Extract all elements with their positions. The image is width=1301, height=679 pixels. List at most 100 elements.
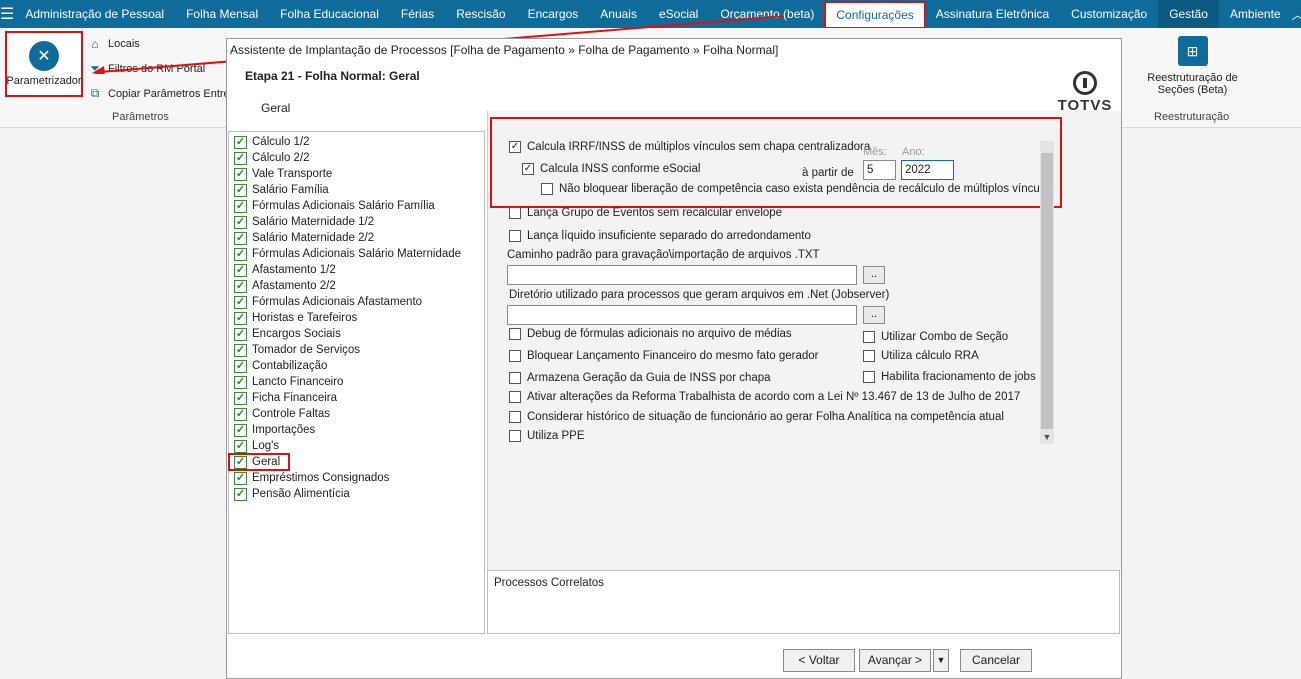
processos-correlatos-panel: Processos Correlatos [487, 570, 1120, 634]
tree-item[interactable]: ✓ Encargos Sociais [229, 326, 484, 342]
diretorio-input[interactable] [507, 305, 857, 325]
checked-step-icon: ✓ [234, 167, 247, 181]
tree-item[interactable]: ✓ Cálculo 2/2 [229, 150, 484, 166]
tree-item-label: Encargos Sociais [252, 328, 341, 340]
tree-item[interactable]: ✓ Lancto Financeiro [229, 374, 484, 390]
cb-irrf-multiplos-vinculos[interactable]: ✓ Calcula IRRF/INSS de múltiplos vínculo… [509, 141, 870, 153]
tree-item[interactable]: ✓ Afastamento 1/2 [229, 262, 484, 278]
avancar-dropdown-button[interactable]: ▼ [933, 649, 949, 672]
tree-item-label: Tomador de Serviços [252, 344, 361, 356]
menu-customizacao[interactable]: Customização [1060, 0, 1158, 28]
tree-item[interactable]: ✓ Tomador de Serviços [229, 342, 484, 358]
tree-item-label: Controle Faltas [252, 408, 330, 420]
tree-item-label: Salário Maternidade 2/2 [252, 232, 375, 244]
tree-item[interactable]: ✓ Salário Maternidade 2/2 [229, 230, 484, 246]
cb-historico-situacao[interactable]: Considerar histórico de situação de func… [509, 411, 1004, 423]
tree-item[interactable]: ✓ Horistas e Tarefeiros [229, 310, 484, 326]
tree-item[interactable]: ✓ Fórmulas Adicionais Salário Maternidade [229, 246, 484, 262]
tree-item[interactable]: ✓ Salário Maternidade 1/2 [229, 214, 484, 230]
tree-item[interactable]: ✓ Salário Família [229, 182, 484, 198]
diretorio-label: Diretório utilizado para processos que g… [509, 289, 890, 301]
tree-item[interactable]: ✓ Fórmulas Adicionais Salário Família [229, 198, 484, 214]
scrollbar-thumb[interactable] [1041, 153, 1053, 429]
reestruturacao-button[interactable]: ⊞ Reestruturação de Seções (Beta) [1145, 36, 1240, 96]
tree-item-label: Vale Transporte [252, 168, 333, 180]
checkbox-empty-icon [863, 331, 875, 343]
checked-step-icon: ✓ [234, 439, 247, 453]
copiar-parametros-button[interactable]: ⧉ Copiar Parâmetros Entre [88, 86, 230, 101]
tree-item[interactable]: ✓ Empréstimos Consignados [229, 470, 484, 486]
cb-armazena-label: Armazena Geração da Guia de INSS por cha… [527, 372, 771, 384]
checkbox-checked-icon: ✓ [522, 163, 534, 175]
cb-calculo-rra[interactable]: Utiliza cálculo RRA [863, 350, 979, 362]
collapse-ribbon-icon[interactable]: ︿ [1292, 6, 1301, 23]
cb-lanca-liquido[interactable]: Lança líquido insuficiente separado do a… [509, 230, 811, 242]
caminho-input[interactable] [507, 265, 857, 285]
cb-lanca-grupo[interactable]: Lança Grupo de Eventos sem recalcular en… [509, 207, 782, 219]
reestruturacao-label: Reestruturação de Seções (Beta) [1147, 72, 1238, 96]
mes-input[interactable]: 5 [863, 160, 896, 180]
checked-step-icon: ✓ [234, 231, 247, 245]
tree-item[interactable]: ✓ Importações [229, 422, 484, 438]
app-menu-icon[interactable]: ☰ [0, 0, 14, 28]
checked-step-icon: ✓ [234, 215, 247, 229]
cb-inss-esocial[interactable]: ✓ Calcula INSS conforme eSocial [522, 163, 700, 175]
diretorio-browse-button[interactable]: .. [863, 306, 885, 324]
tree-item[interactable]: ✓ Fórmulas Adicionais Afastamento [229, 294, 484, 310]
cb-debug-formulas[interactable]: Debug de fórmulas adicionais no arquivo … [509, 328, 792, 340]
checkbox-empty-icon [509, 391, 521, 403]
cb-rra-label: Utiliza cálculo RRA [881, 350, 979, 362]
cb-combo-secao[interactable]: Utilizar Combo de Seção [863, 331, 1008, 343]
tree-item[interactable]: ✓ Pensão Alimentícia [229, 486, 484, 502]
voltar-button[interactable]: < Voltar [783, 649, 855, 672]
tree-item[interactable]: ✓ Geral [228, 453, 290, 471]
tree-item-label: Empréstimos Consignados [252, 472, 390, 484]
tree-item-label: Salário Família [252, 184, 329, 196]
cb-reforma-label: Ativar alterações da Reforma Trabalhista… [527, 391, 1021, 403]
tree-item[interactable]: ✓ Contabilização [229, 358, 484, 374]
tree-item[interactable]: ✓ Vale Transporte [229, 166, 484, 182]
checked-step-icon: ✓ [234, 423, 247, 437]
stage-title: Etapa 21 - Folha Normal: Geral [245, 69, 420, 83]
scroll-down-icon[interactable]: ▼ [1040, 432, 1054, 442]
checkbox-empty-icon [509, 372, 521, 384]
menu-assinatura[interactable]: Assinatura Eletrônica [925, 0, 1060, 28]
cancelar-button[interactable]: Cancelar [960, 649, 1032, 672]
cb-reforma-trabalhista[interactable]: Ativar alterações da Reforma Trabalhista… [509, 391, 1020, 403]
checked-step-icon: ✓ [234, 375, 247, 389]
tree-item-label: Geral [252, 456, 281, 468]
tree-item-label: Horistas e Tarefeiros [252, 312, 358, 324]
checked-step-icon: ✓ [234, 151, 247, 165]
checked-step-icon: ✓ [234, 327, 247, 341]
tree-item[interactable]: ✓ Cálculo 1/2 [229, 134, 484, 150]
menu-configuracoes[interactable]: Configurações [824, 1, 926, 29]
totvs-logo: TOTVS [1055, 71, 1115, 114]
tree-item-label: Contabilização [252, 360, 328, 372]
tree-item-label: Importações [252, 424, 316, 436]
cb-armazena-guia[interactable]: Armazena Geração da Guia de INSS por cha… [509, 372, 771, 384]
tree-item[interactable]: ✓ Log's [229, 438, 484, 454]
panel-scrollbar[interactable]: ▼ [1040, 141, 1054, 444]
dialog-title: Assistente de Implantação de Processos [… [230, 43, 779, 57]
cb-fracionamento-jobs[interactable]: Habilita fracionamento de jobs [863, 371, 1036, 383]
avancar-button[interactable]: Avançar > [859, 649, 931, 672]
menu-ambiente[interactable]: Ambiente [1219, 0, 1292, 28]
tree-item[interactable]: ✓ Controle Faltas [229, 406, 484, 422]
checkbox-empty-icon [509, 230, 521, 242]
cb-bloquear-label: Bloquear Lançamento Financeiro do mesmo … [527, 350, 819, 362]
tree-item-label: Cálculo 2/2 [252, 152, 310, 164]
caminho-label: Caminho padrão para gravação\importação … [507, 249, 820, 261]
caminho-browse-button[interactable]: .. [863, 266, 885, 284]
cb-bloquear-lancamento[interactable]: Bloquear Lançamento Financeiro do mesmo … [509, 350, 819, 362]
tree-item-label: Fórmulas Adicionais Salário Maternidade [252, 248, 462, 260]
checked-step-icon: ✓ [234, 311, 247, 325]
tree-item[interactable]: ✓ Afastamento 2/2 [229, 278, 484, 294]
parametrizador-label: Parametrizador [6, 75, 82, 87]
tree-item[interactable]: ✓ Ficha Financeira [229, 390, 484, 406]
menu-gestao[interactable]: Gestão [1158, 0, 1219, 28]
parametrizador-button[interactable]: ✕ Parametrizador [5, 31, 83, 97]
ano-input[interactable]: 2022 [901, 160, 954, 180]
cb-utiliza-ppe[interactable]: Utiliza PPE [509, 430, 585, 442]
cb-nao-bloquear[interactable]: Não bloquear liberação de competência ca… [541, 183, 1054, 195]
steps-tree: ✓ Cálculo 1/2 ✓ Cálculo 2/2 ✓ Vale Transporte… [228, 131, 485, 634]
